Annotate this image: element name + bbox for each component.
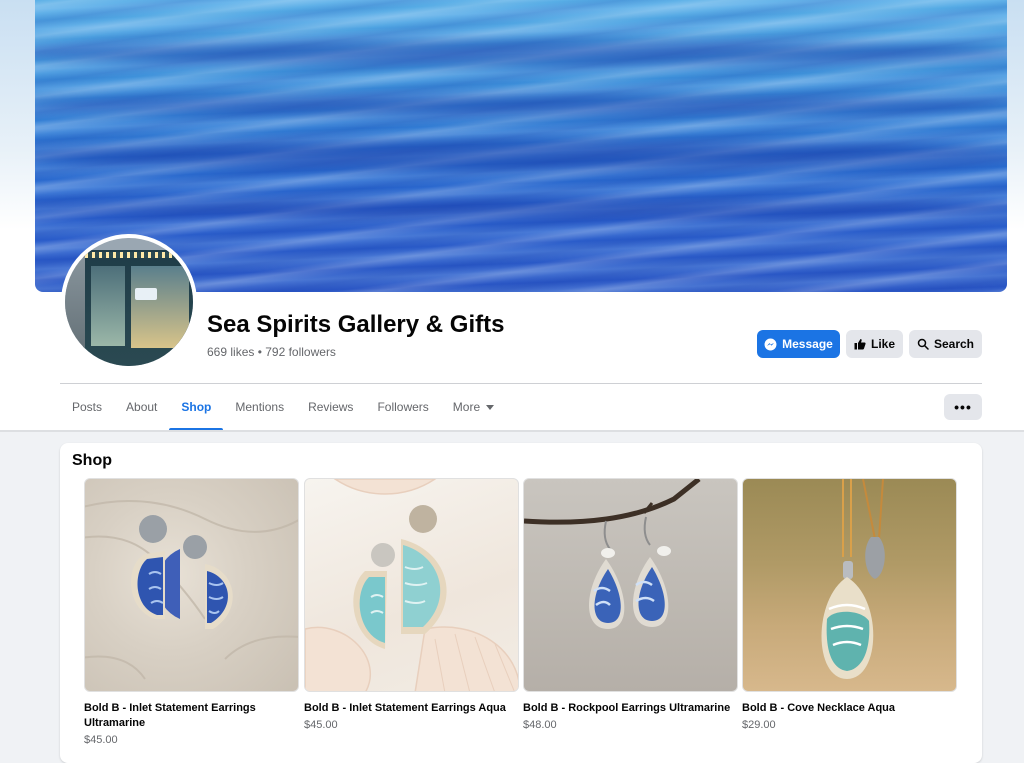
product-image[interactable] <box>523 478 738 692</box>
product-card[interactable]: Bold B - Inlet Statement Earrings Aqua $… <box>304 478 519 731</box>
product-name[interactable]: Bold B - Inlet Statement Earrings Aqua <box>304 701 519 716</box>
product-image[interactable] <box>742 478 957 692</box>
search-icon <box>917 338 929 350</box>
page-stats[interactable]: 669 likes • 792 followers <box>207 345 336 359</box>
product-price: $29.00 <box>742 719 776 731</box>
product-price: $45.00 <box>304 719 338 731</box>
profile-avatar[interactable] <box>61 234 197 370</box>
tab-label: Posts <box>72 400 103 414</box>
tab-reviews[interactable]: Reviews <box>296 384 365 430</box>
tab-more[interactable]: More <box>441 384 506 430</box>
tab-shop[interactable]: Shop <box>169 384 224 431</box>
tab-posts[interactable]: Posts <box>60 384 114 430</box>
product-card[interactable]: Bold B - Rockpool Earrings Ultramarine $… <box>523 478 738 731</box>
shop-title: Shop <box>72 452 112 469</box>
tab-label: About <box>126 400 158 414</box>
product-name[interactable]: Bold B - Rockpool Earrings Ultramarine <box>523 701 738 716</box>
message-label: Message <box>782 337 833 351</box>
product-image[interactable] <box>304 478 519 692</box>
caret-down-icon <box>486 404 495 410</box>
product-name[interactable]: Bold B - Inlet Statement Earrings Ultram… <box>84 701 299 731</box>
thumbs-up-icon <box>854 338 866 350</box>
more-dots-icon: ••• <box>954 399 972 415</box>
product-price: $45.00 <box>84 734 118 746</box>
product-card[interactable]: Bold B - Cove Necklace Aqua $29.00 <box>742 478 957 731</box>
messenger-icon <box>764 338 777 351</box>
tab-label: Reviews <box>308 400 354 414</box>
product-name[interactable]: Bold B - Cove Necklace Aqua <box>742 701 957 716</box>
tab-label: Shop <box>181 400 212 414</box>
tab-label: Followers <box>377 400 429 414</box>
search-button[interactable]: Search <box>909 330 982 358</box>
tabs-shadow <box>0 430 1024 432</box>
like-button[interactable]: Like <box>846 330 903 358</box>
product-card[interactable]: Bold B - Inlet Statement Earrings Ultram… <box>84 478 299 746</box>
search-label: Search <box>933 337 975 351</box>
tab-followers[interactable]: Followers <box>365 384 440 430</box>
more-options-button[interactable]: ••• <box>944 394 982 420</box>
tab-label: Mentions <box>235 400 285 414</box>
tab-label: More <box>452 400 481 414</box>
like-label: Like <box>870 337 895 351</box>
product-price: $48.00 <box>523 719 557 731</box>
page-title: Sea Spirits Gallery & Gifts <box>207 311 505 338</box>
tab-about[interactable]: About <box>114 384 169 430</box>
page-tabs: Posts About Shop Mentions Reviews Follow… <box>60 384 506 431</box>
message-button[interactable]: Message <box>757 330 840 358</box>
tab-mentions[interactable]: Mentions <box>223 384 296 430</box>
product-image[interactable] <box>84 478 299 692</box>
